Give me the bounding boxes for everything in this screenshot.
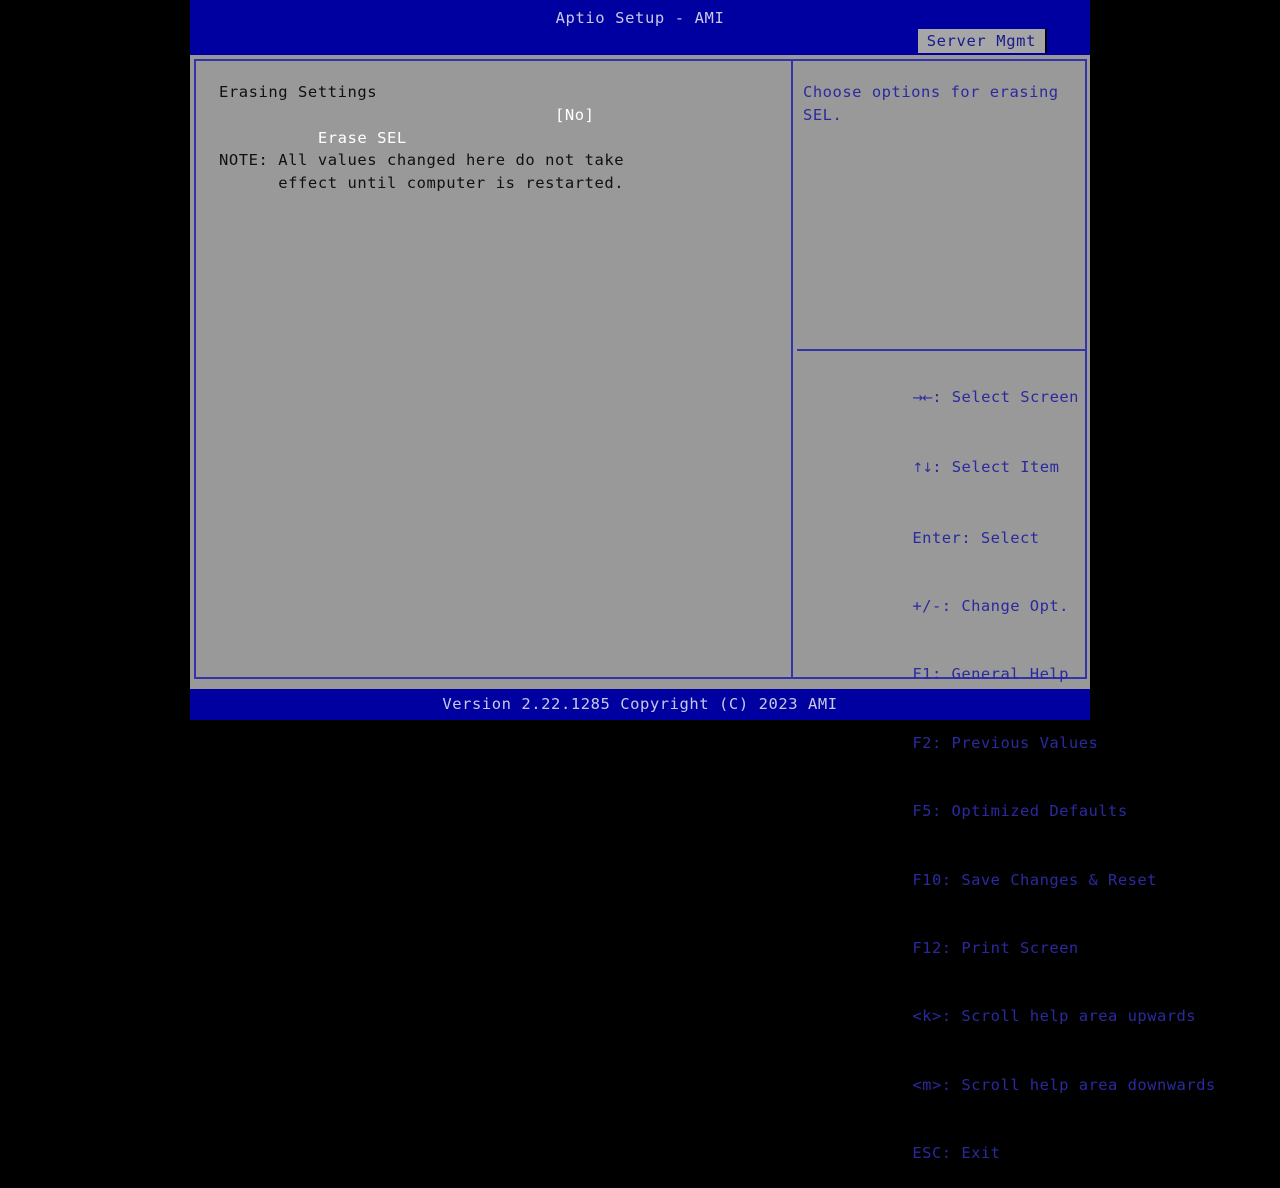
legend-key-m: <m> [912,1075,942,1094]
legend-item-select-screen: →←: Select Screen [795,363,1085,433]
legend-label-save-changes-reset: : Save Changes & Reset [941,870,1157,889]
header-bar: Aptio Setup - AMI Server Mgmt [190,0,1090,55]
legend-item-optimized-defaults: F5: Optimized Defaults [795,777,1127,845]
legend-key-f2: F2 [912,733,932,752]
legend-label-select-item: : Select Item [932,458,1060,477]
bios-setup-screen: Aptio Setup - AMI Server Mgmt Erasing Se… [190,0,1215,1162]
legend-key-k: <k> [912,1007,942,1026]
footer-bar: Version 2.22.1285 Copyright (C) 2023 AMI [190,689,1090,720]
arrow-left-right-icon: →← [912,390,933,406]
legend-label-optimized-defaults: : Optimized Defaults [931,802,1128,821]
key-legend: →←: Select Screen ↑↓: Select Item Enter:… [795,363,1215,1188]
legend-item-scroll-up: <k>: Scroll help area upwards [795,983,1195,1051]
legend-item-print-screen: F12: Print Screen [795,914,1085,982]
legend-key-enter: Enter [912,528,962,547]
legend-item-scroll-down: <m>: Scroll help area downwards [795,1051,1215,1119]
help-description: Choose options for erasing SEL. [803,83,1069,124]
legend-label-print-screen: : Print Screen [941,938,1079,957]
legend-key-f1: F1 [912,665,932,684]
legend-item-save-changes-reset: F10: Save Changes & Reset [795,846,1156,914]
legend-item-exit: ESC: Exit [795,1119,1085,1187]
legend-label-previous-values: : Previous Values [931,733,1099,752]
legend-label-change-opt: : Change Opt. [941,596,1069,615]
help-pane: Choose options for erasing SEL. →←: Sele… [793,61,1215,1162]
tab-server-mgmt[interactable]: Server Mgmt [917,29,1047,53]
setting-label-erase-sel: Erase SEL [317,129,407,147]
body-area: Erasing Settings Erase SEL [No] NOTE: Al… [190,55,1215,1162]
legend-item-change-opt: +/-: Change Opt. [795,572,1085,640]
help-divider [797,349,1085,351]
version-copyright: Version 2.22.1285 Copyright (C) 2023 AMI [442,695,838,713]
legend-label-enter-select: : Select [961,528,1040,547]
legend-key-f12: F12 [912,938,942,957]
panel-frame: Erasing Settings Erase SEL [No] NOTE: Al… [194,59,1215,1162]
legend-key-plus-minus: +/- [912,596,942,615]
legend-key-f5: F5 [912,802,932,821]
legend-label-exit: : Exit [941,1144,1001,1163]
menu-tab-bar: Server Mgmt [190,29,1090,55]
setting-value-erase-sel[interactable]: [No] [555,104,595,127]
page-title: Aptio Setup - AMI [555,9,725,27]
legend-label-select-screen: : Select Screen [932,387,1079,406]
legend-item-enter-select: Enter: Select [795,504,1085,572]
legend-label-scroll-down: : Scroll help area downwards [941,1075,1216,1094]
legend-label-general-help: : General Help [931,665,1069,684]
legend-label-scroll-up: : Scroll help area upwards [941,1007,1197,1026]
legend-key-f10: F10 [912,870,942,889]
section-title-erasing-settings: Erasing Settings [219,83,378,101]
legend-item-select-item: ↑↓: Select Item [795,433,1085,503]
arrow-up-down-icon: ↑↓ [912,461,933,477]
legend-key-esc: ESC [912,1144,942,1163]
setting-row-erase-sel[interactable]: Erase SEL [No] [219,104,791,147]
settings-pane: Erasing Settings Erase SEL [No] NOTE: Al… [196,61,791,677]
note-line-2: effect until computer is restarted. [219,174,625,192]
